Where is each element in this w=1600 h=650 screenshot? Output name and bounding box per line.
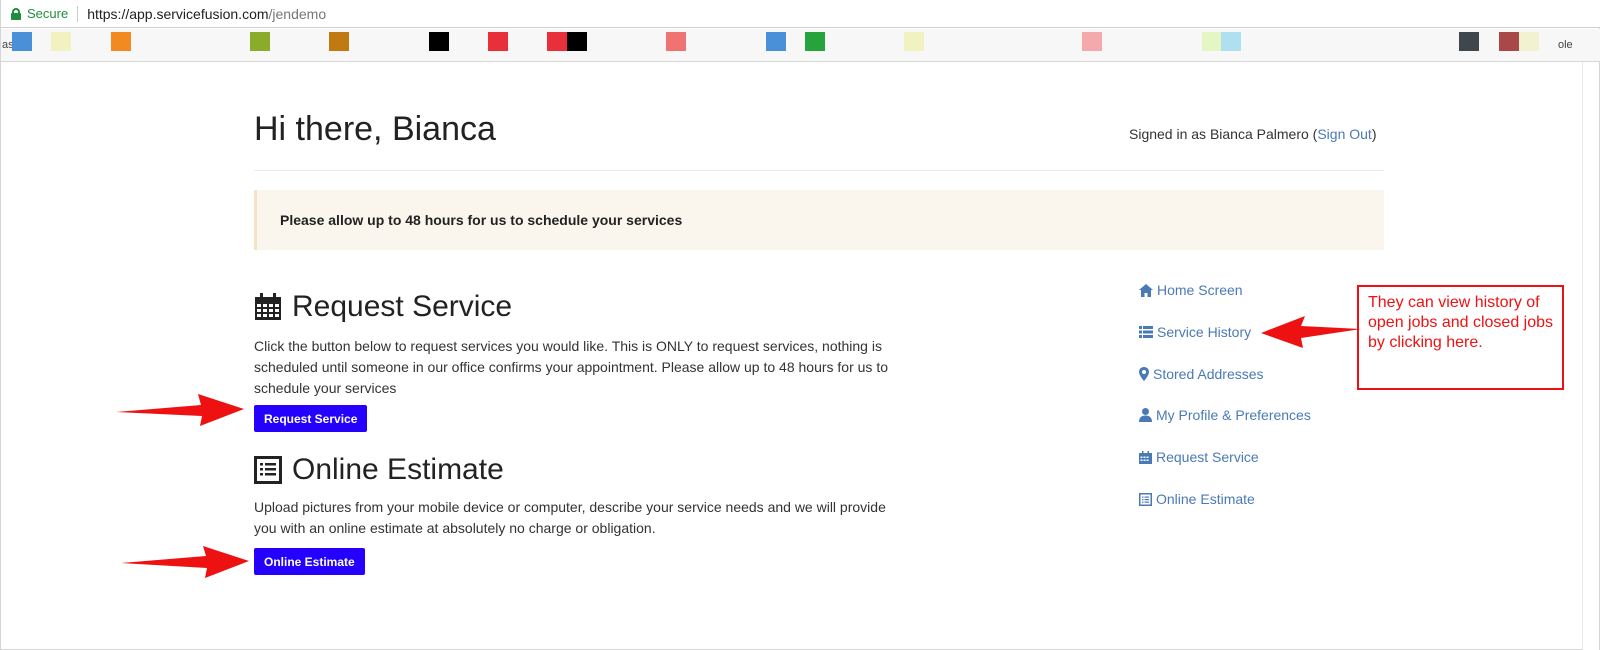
header-divider xyxy=(254,170,1384,171)
bookmark-text-right[interactable]: ole xyxy=(1558,39,1573,51)
online-estimate-description: Upload pictures from your mobile device … xyxy=(254,499,886,536)
vertical-scrollbar[interactable] xyxy=(1582,62,1599,650)
sidebar-item-online-estimate[interactable]: Online Estimate xyxy=(1139,491,1255,507)
sidebar-item-request-service[interactable]: Request Service xyxy=(1139,449,1259,465)
request-service-description: Click the button below to request servic… xyxy=(254,338,888,396)
request-service-button[interactable]: Request Service xyxy=(254,405,368,432)
online-estimate-button[interactable]: Online Estimate xyxy=(254,548,365,575)
bookmark-favicon[interactable] xyxy=(1459,32,1479,51)
annotation-arrow-icon xyxy=(116,394,244,426)
lock-icon xyxy=(11,7,21,20)
online-estimate-title: Online Estimate xyxy=(292,453,504,486)
bookmark-favicon[interactable] xyxy=(250,32,270,51)
online-estimate-heading: Online Estimate xyxy=(254,453,504,487)
bookmark-favicon[interactable] xyxy=(111,32,131,51)
request-service-heading: Request Service xyxy=(254,290,512,324)
bookmark-favicon[interactable] xyxy=(329,32,349,51)
bookmark-favicon[interactable] xyxy=(488,32,508,51)
page-title: Hi there, Bianca xyxy=(254,110,496,148)
bookmark-favicon[interactable] xyxy=(12,32,32,51)
schedule-notice: Please allow up to 48 hours for us to sc… xyxy=(254,190,1384,250)
bookmark-favicon[interactable] xyxy=(51,32,71,51)
bookmark-favicon[interactable] xyxy=(805,32,825,51)
sidebar-item-home-screen[interactable]: Home Screen xyxy=(1139,282,1243,298)
list-icon xyxy=(1139,326,1153,338)
calendar-icon xyxy=(254,293,282,321)
signed-in-prefix: Signed in as Bianca Palmero ( xyxy=(1129,126,1318,142)
bookmark-favicon[interactable] xyxy=(567,32,587,51)
bookmark-favicon[interactable] xyxy=(1202,32,1222,51)
request-service-title: Request Service xyxy=(292,290,513,323)
bookmark-favicon[interactable] xyxy=(1499,32,1519,51)
schedule-notice-text: Please allow up to 48 hours for us to sc… xyxy=(280,212,683,228)
bookmarks-bar: as ole xyxy=(1,29,1600,62)
map-marker-icon xyxy=(1139,367,1149,381)
sidebar-item-label: My Profile & Preferences xyxy=(1156,407,1311,423)
bookmark-favicon[interactable] xyxy=(666,32,686,51)
bookmark-favicon[interactable] xyxy=(1082,32,1102,51)
sidebar-item-label: Request Service xyxy=(1156,449,1259,465)
sidebar-item-label: Stored Addresses xyxy=(1153,366,1264,382)
signed-in-suffix: ) xyxy=(1371,126,1377,142)
address-separator xyxy=(77,5,79,22)
bookmark-favicon[interactable] xyxy=(1519,32,1539,51)
bookmark-favicon[interactable] xyxy=(1221,32,1241,51)
sidebar-item-my-profile[interactable]: My Profile & Preferences xyxy=(1139,407,1311,423)
sign-out-link[interactable]: Sign Out xyxy=(1317,126,1371,142)
list-alt-icon xyxy=(1139,492,1152,506)
url-base[interactable]: https://app.servicefusion.com xyxy=(87,6,268,22)
sidebar-item-label: Home Screen xyxy=(1157,282,1243,298)
list-alt-icon xyxy=(254,456,282,484)
sidebar-item-label: Online Estimate xyxy=(1156,491,1255,507)
address-bar[interactable]: Secure https://app.servicefusion.com/jen… xyxy=(1,0,1600,28)
calendar-icon xyxy=(1139,450,1152,464)
annotation-callout: They can view history of open jobs and c… xyxy=(1357,285,1564,390)
signed-in-status: Signed in as Bianca Palmero (Sign Out) xyxy=(1129,126,1376,142)
bookmark-favicon[interactable] xyxy=(904,32,924,51)
bookmark-favicon[interactable] xyxy=(766,32,786,51)
url-path[interactable]: /jendemo xyxy=(269,6,327,22)
annotation-callout-text: They can view history of open jobs and c… xyxy=(1368,294,1554,351)
bookmark-favicon[interactable] xyxy=(547,32,567,51)
annotation-arrow-icon xyxy=(1261,316,1361,348)
user-icon xyxy=(1139,408,1152,422)
sidebar-item-label: Service History xyxy=(1157,324,1252,340)
sidebar-item-stored-addresses[interactable]: Stored Addresses xyxy=(1139,366,1264,382)
bookmark-favicon[interactable] xyxy=(429,32,449,51)
home-icon xyxy=(1139,283,1153,297)
annotation-arrow-icon xyxy=(121,546,249,578)
browser-window: Secure https://app.servicefusion.com/jen… xyxy=(0,0,1600,650)
secure-label: Secure xyxy=(27,6,69,21)
sidebar-item-service-history[interactable]: Service History xyxy=(1139,324,1251,340)
